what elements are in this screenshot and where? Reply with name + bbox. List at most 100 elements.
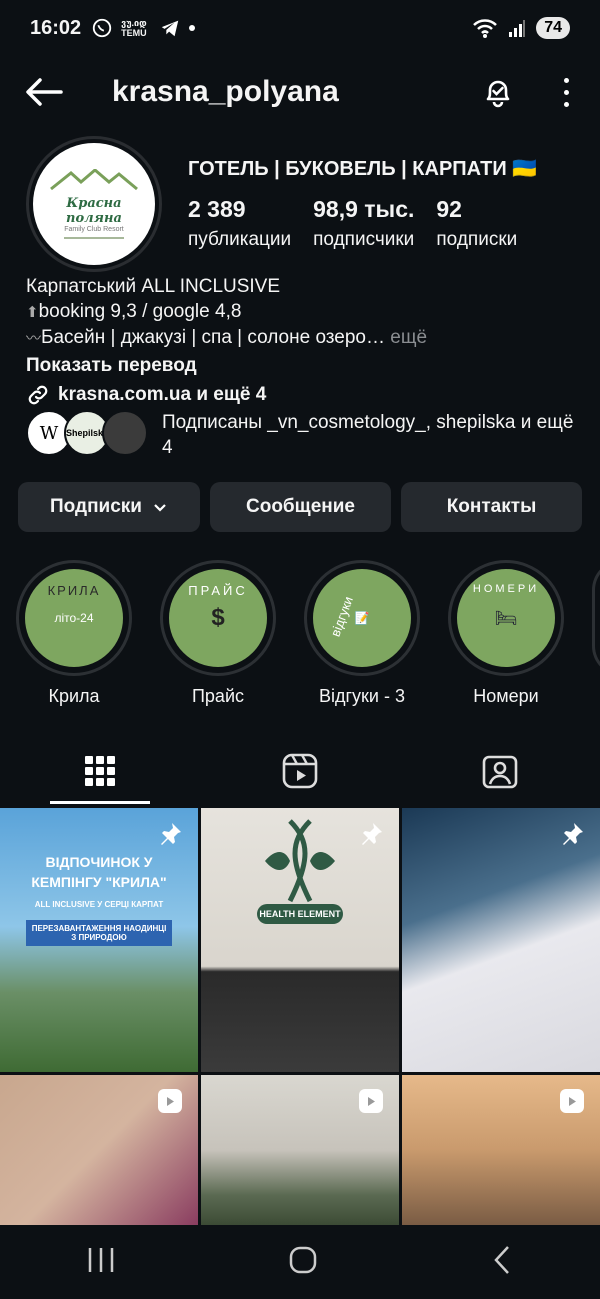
profile-avatar[interactable]: Красна поляна Family Club Resort [26, 136, 162, 272]
tab-reels[interactable] [200, 738, 400, 804]
highlight-price[interactable]: ПРАЙС $ Прайс [160, 560, 276, 707]
more-vertical-icon [563, 77, 569, 83]
highlight-ring: КРИЛА літо-24 [16, 560, 132, 676]
profile-username: krasna_polyana [112, 75, 339, 108]
highlight-partial[interactable] [592, 560, 600, 676]
arrow-left-icon [26, 78, 63, 106]
pin-icon [563, 823, 583, 845]
mutual-followers[interactable]: W Shepilska Подписаны _vn_cosmetology_, … [26, 410, 582, 460]
highlight-label: Номери [473, 686, 539, 706]
post-thumbnail[interactable]: HEALTH ELEMENT [201, 808, 399, 1072]
mutual-avatars: W Shepilska [26, 410, 156, 456]
highlight-reviews[interactable]: відгуки 📝 Відгуки - 3 [304, 560, 420, 707]
bell-check-icon [486, 80, 510, 108]
reels-icon [158, 1089, 182, 1113]
wifi-icon [473, 19, 498, 38]
stat-posts[interactable]: 2 389 публикации [188, 196, 291, 251]
profile-bio: Карпатський ALL INCLUSIVE ⬆booking 9,3 /… [26, 274, 586, 407]
profile-tabs [0, 738, 600, 804]
message-button[interactable]: Сообщение [210, 482, 391, 532]
stat-number: 98,9 тыс. [313, 196, 415, 222]
status-right: 74 [472, 17, 570, 39]
post-thumbnail[interactable] [201, 1075, 399, 1225]
reels-icon [282, 753, 318, 789]
post-thumbnail[interactable]: ВІДПОЧИНОК У КЕМПІНГУ "КРИЛА" ALL INCLUS… [0, 808, 198, 1072]
chevron-left-icon [494, 1246, 509, 1274]
highlight-ring: НОМЕРИ 🛏 [448, 560, 564, 676]
recent-apps-button[interactable] [86, 1246, 116, 1279]
back-button[interactable] [24, 72, 64, 112]
highlight-cover: НОМЕРИ 🛏 [457, 569, 555, 667]
highlight-cover: відгуки 📝 [313, 569, 411, 667]
chevron-down-icon [154, 504, 166, 512]
show-translation-link[interactable]: Показать перевод [26, 353, 586, 378]
stat-label: подписчики [313, 229, 415, 250]
reels-icon [560, 1089, 584, 1113]
bio-line: ⬆booking 9,3 / google 4,8 [26, 301, 242, 322]
home-button[interactable] [288, 1245, 318, 1280]
recent-apps-icon [88, 1248, 114, 1272]
posts-grid: ВІДПОЧИНОК У КЕМПІНГУ "КРИЛА" ALL INCLUS… [0, 808, 600, 1225]
highlight-cover: КРИЛА літо-24 [25, 569, 123, 667]
stat-number: 2 389 [188, 196, 246, 222]
dna-logo-icon [265, 819, 335, 903]
profile-actions: Подписки Сообщение Контакты [18, 482, 582, 532]
pin-icon [161, 823, 181, 845]
tab-tagged[interactable] [400, 738, 600, 804]
post-subtitle: ALL INCLUSIVE У СЕРЦІ КАРПАТ [34, 900, 164, 909]
post-thumbnail[interactable] [402, 808, 600, 1072]
stat-followers[interactable]: 98,9 тыс. подписчики [313, 196, 414, 251]
profile-full-name: ГОТЕЛЬ | БУКОВЕЛЬ | КАРПАТИ 🇺🇦 [188, 158, 538, 180]
stat-label: подписки [436, 229, 518, 250]
post-title: ВІДПОЧИНОК У КЕМПІНГУ "КРИЛА" [31, 854, 167, 890]
post-band: ПЕРЕЗАВАНТАЖЕННЯ НАОДИНЦІ З ПРИРОДОЮ [26, 920, 172, 946]
story-highlights: КРИЛА літо-24 Крила ПРАЙС $ Прайс відгук… [16, 560, 564, 707]
post-thumbnail[interactable] [402, 1075, 600, 1225]
avatar-ornament [64, 237, 124, 239]
dot-icon [189, 25, 196, 31]
viber-icon [92, 18, 112, 38]
tab-grid[interactable] [0, 738, 200, 804]
stat-following[interactable]: 92 подписки [436, 196, 517, 251]
post-title: HEALTH ELEMENT [257, 904, 343, 924]
grid-icon [85, 756, 115, 786]
top-arrow-icon: ⬆ [26, 304, 39, 321]
highlight-ring: відгуки 📝 [304, 560, 420, 676]
bio-line: 〰Басейн | джакузі | спа | солоне озеро… … [26, 327, 428, 348]
following-button[interactable]: Подписки [18, 482, 200, 532]
wavy-dash-icon: 〰 [26, 330, 42, 347]
tagged-icon [482, 755, 518, 789]
highlight-cover: ПРАЙС $ [169, 569, 267, 667]
notification-icons: ვუ.იდ TEMU [91, 17, 196, 39]
notifications-button[interactable] [480, 74, 516, 110]
bio-line: Карпатський ALL INCLUSIVE [26, 276, 281, 297]
highlight-label: Крила [48, 686, 100, 706]
more-options-button[interactable] [556, 74, 576, 110]
avatar-logo: Красна поляна Family Club Resort [33, 143, 155, 265]
home-icon [289, 1246, 317, 1274]
profile-stats: 2 389 публикации 98,9 тыс. подписчики 92… [188, 196, 517, 251]
avatar [102, 410, 148, 456]
post-thumbnail[interactable] [0, 1075, 198, 1225]
status-time: 16:02 [30, 16, 82, 39]
highlight-rooms[interactable]: НОМЕРИ 🛏 Номери [448, 560, 564, 707]
mountain-logo-icon [50, 168, 138, 191]
system-nav-bar [0, 1226, 600, 1299]
profile-link[interactable]: krasna.com.ua и ещё 4 [26, 382, 586, 407]
bed-icon: 🛏 [494, 607, 518, 628]
stat-label: публикации [188, 229, 292, 250]
profile-header: krasna_polyana [0, 60, 600, 124]
battery-badge: 74 [536, 17, 570, 39]
link-icon [28, 385, 48, 404]
temu-badge: ვუ.იდ TEMU [121, 18, 147, 38]
link-text: krasna.com.ua и ещё 4 [58, 384, 267, 405]
system-back-button[interactable] [490, 1245, 514, 1280]
bio-more-link[interactable]: ещё [385, 327, 427, 348]
dollar-icon: $ [211, 604, 225, 631]
avatar-title: Красна поляна [66, 196, 122, 226]
pin-icon [362, 823, 382, 845]
reels-icon [359, 1089, 383, 1113]
contacts-button[interactable]: Контакты [401, 482, 582, 532]
highlight-krila[interactable]: КРИЛА літо-24 Крила [16, 560, 132, 707]
memo-icon: 📝 [354, 611, 370, 625]
